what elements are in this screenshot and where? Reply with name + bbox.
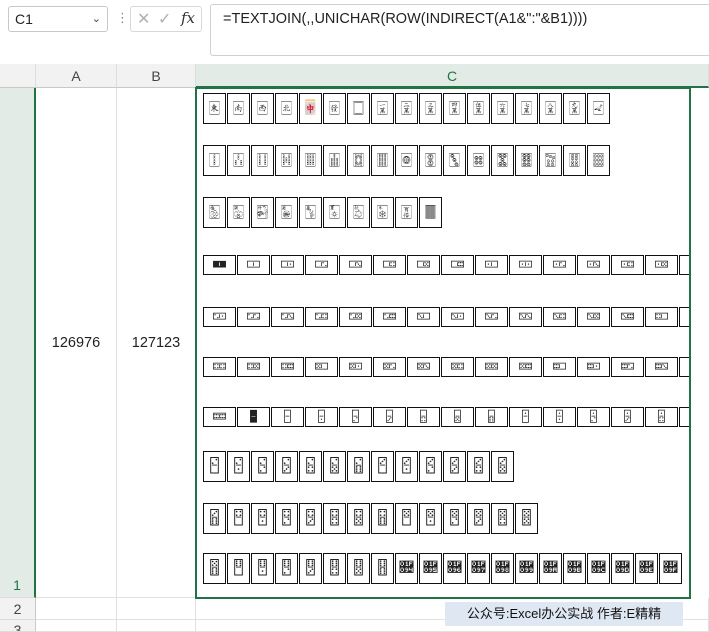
formula-bar: C1 ⌄ ⋮ ✕ ✓ fx =TEXTJOIN(,,UNICHAR(ROW(IN…	[0, 0, 709, 64]
cancel-icon[interactable]: ✕	[137, 9, 150, 29]
watermark-text: 公众号:Excel办公实战 作者:E精精	[466, 606, 662, 621]
spreadsheet-grid: A B C 1 2 3 126976 127123 🀀 🀁 🀂 🀃 🀄 🀅 🀆 🀇 🀈 🀉 🀊 🀋 🀌 🀍…	[0, 64, 709, 632]
row-header-1[interactable]: 1	[0, 88, 36, 598]
column-header-c[interactable]: C	[196, 64, 709, 88]
row-header-2-label: 2	[13, 601, 22, 617]
cell-a1-value: 126976	[51, 335, 101, 351]
active-cell-border	[195, 87, 691, 599]
cell-b1[interactable]: 127123	[117, 88, 196, 598]
row-header-3[interactable]: 3	[0, 620, 36, 632]
cell-a3[interactable]	[36, 620, 117, 632]
watermark-caption: 公众号:Excel办公实战 作者:E精精	[445, 602, 683, 626]
cell-b1-value: 127123	[131, 335, 181, 351]
column-header-b[interactable]: B	[117, 64, 196, 88]
insert-function-icon[interactable]: fx	[181, 9, 195, 27]
enter-check-icon[interactable]: ✓	[158, 9, 171, 29]
select-all-corner[interactable]	[0, 64, 36, 88]
column-header-a[interactable]: A	[36, 64, 117, 88]
cell-a2[interactable]	[36, 598, 117, 620]
cell-a1[interactable]: 126976	[36, 88, 117, 598]
chevron-down-icon[interactable]: ⌄	[92, 7, 101, 31]
cell-b3[interactable]	[117, 620, 196, 632]
column-header-b-label: B	[151, 68, 161, 84]
column-header-a-label: A	[71, 68, 81, 84]
column-header-c-label: C	[446, 68, 458, 84]
cell-b2[interactable]	[117, 598, 196, 620]
row-header-3-label: 3	[13, 622, 22, 632]
name-box-value: C1	[15, 11, 33, 27]
formula-input[interactable]: =TEXTJOIN(,,UNICHAR(ROW(INDIRECT(A1&":"&…	[210, 4, 709, 56]
row-header-2[interactable]: 2	[0, 598, 36, 620]
formula-text: =TEXTJOIN(,,UNICHAR(ROW(INDIRECT(A1&":"&…	[223, 11, 588, 27]
formula-bar-actions: ✕ ✓ fx	[130, 6, 202, 32]
name-box[interactable]: C1 ⌄	[8, 6, 108, 32]
row-header-1-label: 1	[13, 577, 21, 593]
formula-bar-grip-icon: ⋮	[116, 10, 129, 25]
